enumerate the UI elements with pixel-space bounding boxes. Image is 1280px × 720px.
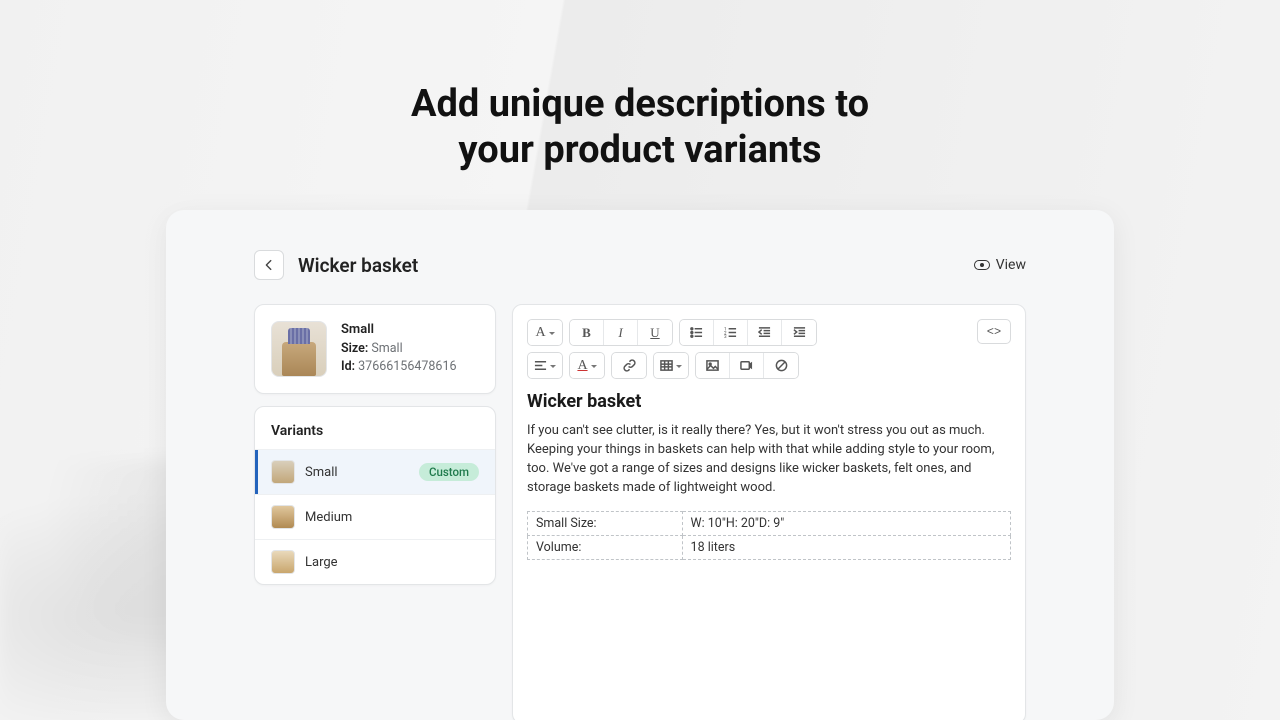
editor-toolbar: A B I U 123: [527, 319, 1011, 379]
alignment-button[interactable]: [528, 353, 562, 378]
table-cell-value: 18 liters: [682, 536, 1010, 560]
table-cell-value: W: 10"H: 20"D: 9": [682, 512, 1010, 536]
ordered-list-button[interactable]: 123: [714, 320, 748, 345]
variant-row-small[interactable]: Small Custom: [255, 449, 495, 494]
variant-name: Medium: [305, 510, 479, 525]
indent-icon: [793, 326, 806, 339]
variant-thumbnail: [271, 321, 327, 377]
code-view-button[interactable]: <>: [977, 319, 1011, 344]
unordered-list-button[interactable]: [680, 320, 714, 345]
variants-panel: Variants Small Custom Medium Large: [254, 406, 496, 585]
bold-button[interactable]: B: [570, 320, 604, 345]
outdent-button[interactable]: [748, 320, 782, 345]
summary-id-value: 37666156478616: [358, 359, 456, 374]
view-label: View: [996, 257, 1026, 273]
hero-line-2: your product variants: [458, 128, 821, 172]
back-button[interactable]: [254, 250, 284, 280]
variant-row-large[interactable]: Large: [255, 539, 495, 584]
hero-heading: Add unique descriptions to your product …: [0, 0, 1280, 173]
text-color-button[interactable]: A: [570, 353, 604, 378]
image-icon: [706, 359, 719, 372]
table-row: Small Size: W: 10"H: 20"D: 9": [528, 512, 1011, 536]
table-cell-key: Small Size:: [528, 512, 683, 536]
card-header: Wicker basket View: [254, 250, 1026, 280]
table-icon: [660, 359, 673, 372]
doc-paragraph: If you can't see clutter, is it really t…: [527, 422, 1011, 497]
link-icon: [623, 359, 636, 372]
clear-icon: [775, 359, 788, 372]
link-button[interactable]: [612, 353, 646, 378]
table-row: Volume: 18 liters: [528, 536, 1011, 560]
rich-text-editor: A B I U 123: [512, 304, 1026, 720]
variant-thumb-icon: [271, 460, 295, 484]
clear-format-button[interactable]: [764, 353, 798, 378]
variant-summary: Small Size: Small Id: 37666156478616: [254, 304, 496, 394]
ul-icon: [690, 326, 703, 339]
summary-id-label: Id:: [341, 359, 355, 374]
summary-size-value: Small: [371, 341, 402, 356]
font-family-button[interactable]: A: [528, 320, 562, 345]
variant-name: Large: [305, 555, 479, 570]
app-card: Wicker basket View Small Size: Small Id:…: [166, 210, 1114, 720]
underline-button[interactable]: U: [638, 320, 672, 345]
summary-name: Small: [341, 321, 457, 340]
align-icon: [534, 359, 547, 372]
variant-thumb-icon: [271, 550, 295, 574]
video-icon: [740, 359, 753, 372]
variant-name: Small: [305, 465, 409, 480]
svg-text:3: 3: [724, 334, 727, 339]
editor-content[interactable]: Wicker basket If you can't see clutter, …: [527, 391, 1011, 560]
italic-button[interactable]: I: [604, 320, 638, 345]
hero-line-1: Add unique descriptions to: [411, 82, 869, 126]
summary-size-label: Size:: [341, 341, 368, 356]
view-link[interactable]: View: [974, 257, 1026, 273]
page-title: Wicker basket: [298, 254, 418, 277]
outdent-icon: [758, 326, 771, 339]
table-cell-key: Volume:: [528, 536, 683, 560]
video-button[interactable]: [730, 353, 764, 378]
ol-icon: 123: [724, 326, 737, 339]
image-button[interactable]: [696, 353, 730, 378]
eye-icon: [974, 260, 990, 270]
variants-title: Variants: [255, 407, 495, 449]
doc-title: Wicker basket: [527, 391, 1011, 412]
spec-table: Small Size: W: 10"H: 20"D: 9" Volume: 18…: [527, 511, 1011, 560]
table-button[interactable]: [654, 353, 688, 378]
custom-badge: Custom: [419, 463, 479, 481]
arrow-left-icon: [262, 258, 276, 272]
variant-row-medium[interactable]: Medium: [255, 494, 495, 539]
indent-button[interactable]: [782, 320, 816, 345]
variant-thumb-icon: [271, 505, 295, 529]
